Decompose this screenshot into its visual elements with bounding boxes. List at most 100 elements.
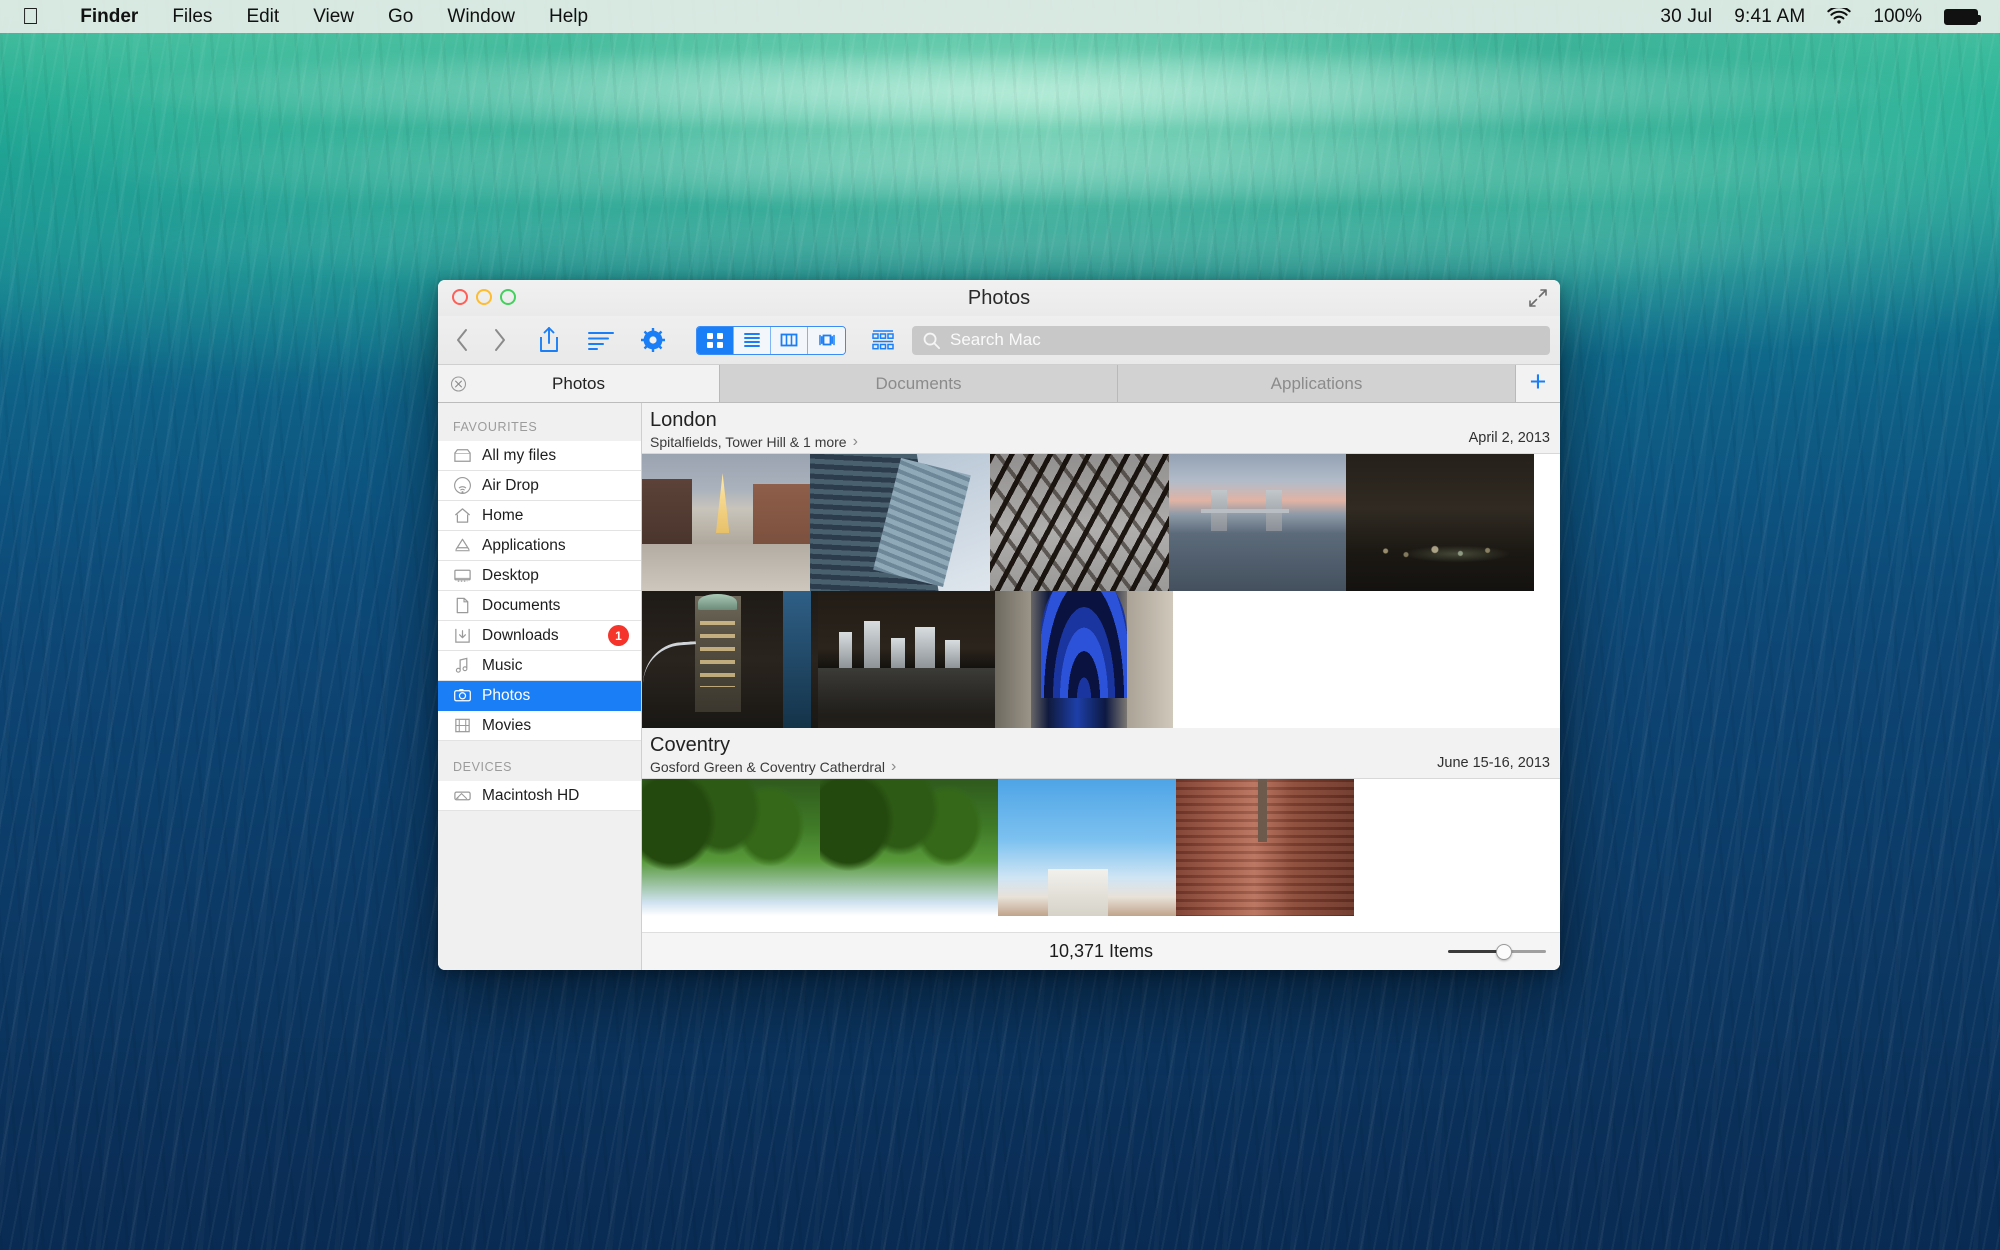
menu-item-finder[interactable]: Finder [63, 6, 155, 28]
menu-item-edit[interactable]: Edit [229, 6, 296, 28]
photo-coventry-trees-sky[interactable] [820, 779, 998, 916]
icon-view-button[interactable] [697, 327, 734, 354]
sidebar-label: Music [482, 657, 641, 675]
photo-row [642, 591, 1560, 728]
window-body: FAVOURITES All my files [438, 403, 1560, 970]
photo-london-glass-tower[interactable] [810, 454, 990, 591]
tab-documents[interactable]: Documents [720, 365, 1118, 402]
search-placeholder: Search Mac [950, 330, 1041, 350]
sidebar-item-downloads[interactable]: Downloads 1 [438, 621, 641, 651]
item-count-label: 10,371 Items [1049, 941, 1153, 962]
menu-item-window[interactable]: Window [430, 6, 532, 28]
group-title: Coventry [650, 734, 1560, 757]
group-date: April 2, 2013 [1469, 430, 1550, 446]
sidebar-item-air-drop[interactable]: Air Drop [438, 471, 641, 501]
list-view-button[interactable] [734, 327, 771, 354]
status-bar: 10,371 Items [642, 932, 1560, 970]
tab-photos-label: Photos [552, 374, 605, 394]
group-subtitle-row[interactable]: Spitalfields, Tower Hill & 1 more › [650, 433, 1560, 451]
new-tab-button[interactable]: + [1516, 365, 1560, 402]
sidebar-item-applications[interactable]: Applications [438, 531, 641, 561]
menu-item-view[interactable]: View [296, 6, 371, 28]
menu-bar-time[interactable]: 9:41 AM [1734, 6, 1805, 28]
search-area: Search Mac [912, 326, 1550, 355]
photo-tower-bridge-dusk[interactable] [1169, 454, 1346, 591]
sidebar-item-documents[interactable]: Documents [438, 591, 641, 621]
sidebar-item-macintosh-hd[interactable]: Macintosh HD [438, 781, 641, 811]
applications-icon [453, 536, 472, 555]
item-arrange-icon[interactable] [868, 325, 898, 355]
tab-close-icon[interactable] [450, 375, 467, 392]
arrange-icon[interactable] [586, 325, 616, 355]
sidebar-item-desktop[interactable]: Desktop [438, 561, 641, 591]
photo-coventry-white-building[interactable] [998, 779, 1176, 916]
menu-item-help[interactable]: Help [532, 6, 605, 28]
group-date: June 15-16, 2013 [1437, 755, 1550, 771]
tab-photos[interactable]: Photos [438, 365, 720, 402]
sidebar-label: Macintosh HD [482, 787, 641, 805]
home-icon [453, 506, 472, 525]
battery-percent-label[interactable]: 100% [1873, 6, 1922, 28]
wifi-icon[interactable] [1827, 8, 1851, 26]
photo-london-station-roof[interactable] [990, 454, 1169, 591]
photo-blank-slot-2 [1354, 779, 1560, 916]
desktop-icon [453, 566, 472, 585]
sidebar-item-movies[interactable]: Movies [438, 711, 641, 741]
apple-logo-icon[interactable]:  [22, 5, 39, 28]
chevron-left-icon[interactable] [454, 327, 470, 353]
photo-coventry-trees[interactable] [642, 779, 820, 916]
sidebar-label: Documents [482, 597, 641, 615]
slider-track-empty [1510, 950, 1546, 953]
fullscreen-arrows-icon[interactable] [1528, 288, 1548, 308]
menu-bar-date[interactable]: 30 Jul [1660, 6, 1712, 28]
photo-blue-arches[interactable] [995, 591, 1173, 728]
sidebar-item-music[interactable]: Music [438, 651, 641, 681]
share-icon[interactable] [534, 325, 564, 355]
photo-blank-slot [1173, 591, 1560, 728]
desktop:  Finder Files Edit View Go Window Help … [0, 0, 2000, 1250]
chevron-right-icon[interactable]: › [853, 433, 858, 451]
group-subtitle-row[interactable]: Gosford Green & Coventry Catherdral › [650, 758, 1560, 776]
sidebar-label: Air Drop [482, 477, 641, 495]
menu-item-go[interactable]: Go [371, 6, 430, 28]
photo-coventry-brick-street[interactable] [1176, 779, 1354, 916]
sidebar-divider [438, 741, 641, 755]
window-title: Photos [438, 287, 1560, 310]
battery-full-icon[interactable] [1944, 9, 1978, 25]
menu-item-files[interactable]: Files [155, 6, 229, 28]
sidebar-label: Desktop [482, 567, 641, 585]
hard-disk-icon [453, 786, 472, 805]
photo-london-street[interactable] [642, 454, 810, 591]
group-title: London [650, 409, 1560, 432]
window-titlebar[interactable]: Photos [438, 280, 1560, 316]
photo-tower-bridge-night[interactable] [642, 591, 818, 728]
slider-knob[interactable] [1496, 944, 1512, 960]
photo-row [642, 454, 1560, 591]
sidebar-item-photos[interactable]: Photos [438, 681, 641, 711]
sidebar-item-all-my-files[interactable]: All my files [438, 441, 641, 471]
music-note-icon [453, 656, 472, 675]
chevron-right-icon[interactable]: › [891, 758, 896, 776]
search-input[interactable]: Search Mac [912, 326, 1550, 355]
photo-city-skyline-night[interactable] [818, 591, 995, 728]
group-header-london: London Spitalfields, Tower Hill & 1 more… [642, 403, 1560, 454]
tab-applications-label: Applications [1271, 374, 1363, 394]
chevron-right-icon[interactable] [492, 327, 508, 353]
photo-london-night-skyline[interactable] [1346, 454, 1534, 591]
finder-toolbar: Search Mac [438, 316, 1560, 365]
coverflow-view-button[interactable] [808, 327, 845, 354]
all-my-files-icon [453, 446, 472, 465]
film-icon [453, 716, 472, 735]
gear-icon[interactable] [638, 325, 668, 355]
airdrop-icon [453, 476, 472, 495]
sidebar: FAVOURITES All my files [438, 403, 642, 970]
sidebar-label: Photos [482, 687, 641, 705]
finder-window: Photos [438, 280, 1560, 970]
slider-track-filled [1448, 950, 1498, 953]
camera-icon [453, 686, 472, 705]
thumbnail-size-slider[interactable] [1448, 943, 1546, 961]
column-view-button[interactable] [771, 327, 808, 354]
sidebar-item-home[interactable]: Home [438, 501, 641, 531]
tab-applications[interactable]: Applications [1118, 365, 1516, 402]
status-badge: 1 [608, 625, 629, 646]
